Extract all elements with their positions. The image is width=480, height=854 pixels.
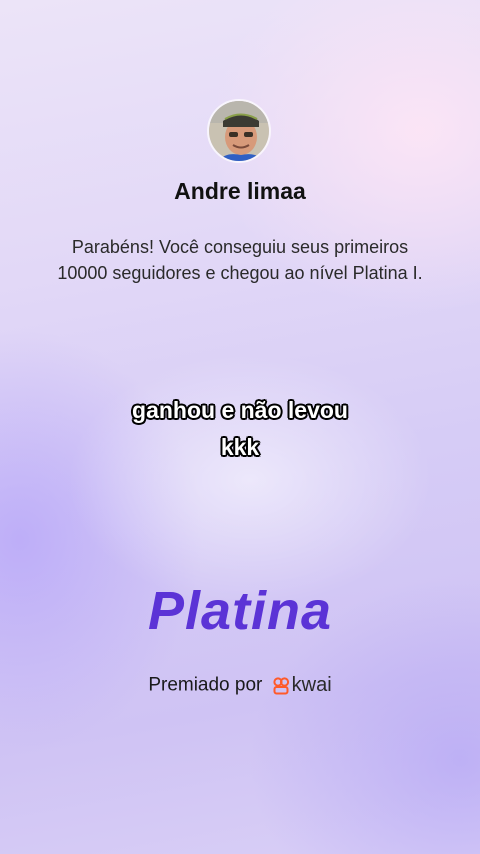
achievement-message: Parabéns! Você conseguiu seus primeiros … [57, 237, 423, 283]
kwai-brand: kwai [272, 674, 332, 697]
awarded-by-label: Premiado por [148, 674, 263, 696]
tier-title: Platina [147, 581, 333, 641]
awarded-by: Premiado por kwai [0, 674, 480, 697]
avatar-photo-icon [209, 101, 269, 161]
caption-line-1: ganhou e não levou [132, 397, 348, 423]
kwai-logo-icon [273, 676, 289, 694]
kwai-wordmark: kwai [291, 674, 332, 696]
caption-line-2: kkk [220, 434, 260, 460]
avatar[interactable] [207, 99, 271, 163]
user-name: Andre limaa [174, 178, 306, 204]
